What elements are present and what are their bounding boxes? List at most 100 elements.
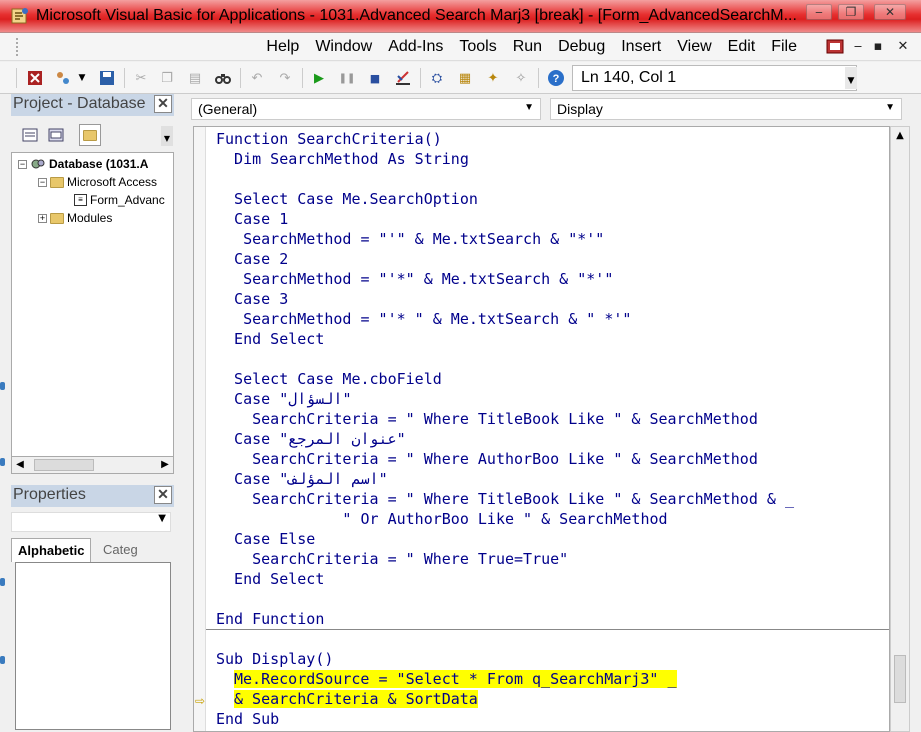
tree-node-access-objects[interactable]: − Microsoft Access — [38, 173, 157, 191]
code-line[interactable]: Dim SearchMethod As String — [216, 149, 469, 169]
copy-icon[interactable]: ❐ — [158, 69, 176, 87]
mdi-restore-button[interactable]: ▪ — [870, 39, 886, 54]
close-button[interactable]: ✕ — [874, 4, 906, 20]
current-statement-highlight: & SearchCriteria & SortData — [234, 690, 478, 708]
code-line[interactable]: SearchCriteria = " Where TitleBook Like … — [216, 409, 758, 429]
project-explorer-icon[interactable]: ⛭ — [428, 69, 446, 87]
menu-add-ins[interactable]: Add-Ins — [380, 38, 451, 56]
paste-icon[interactable]: ▤ — [186, 69, 204, 87]
code-vertical-scrollbar[interactable]: ▲ — [890, 126, 910, 732]
minimize-button[interactable]: ‒ — [806, 4, 832, 20]
properties-pane-close-button[interactable]: ✕ — [154, 486, 172, 504]
code-line[interactable]: End Select — [216, 329, 324, 349]
code-line[interactable]: SearchCriteria = " Where TitleBook Like … — [216, 489, 794, 509]
scroll-left-icon[interactable]: ◀ — [12, 457, 28, 473]
code-line[interactable]: Case Else — [216, 529, 315, 549]
toolbox-icon[interactable]: ✧ — [512, 69, 530, 87]
view-access-icon[interactable] — [26, 69, 44, 87]
tree-node-modules[interactable]: + Modules — [38, 209, 112, 227]
restore-button[interactable]: ❐ — [838, 4, 864, 20]
menu-debug[interactable]: Debug — [550, 38, 613, 56]
tree-node-form[interactable]: ≡ Form_Advanc — [74, 191, 165, 209]
run-icon[interactable]: ▶ — [310, 69, 328, 87]
scroll-up-icon[interactable]: ▲ — [891, 127, 909, 145]
menu-insert[interactable]: Insert — [613, 38, 669, 56]
code-line[interactable]: Select Case Me.cboField — [216, 369, 442, 389]
code-line[interactable]: SearchCriteria = " Where AuthorBoo Like … — [216, 449, 758, 469]
code-line[interactable]: Case 2 — [216, 249, 288, 269]
code-line[interactable]: Sub Display() — [216, 649, 333, 669]
procedure-combo[interactable]: Display ▼ — [550, 98, 902, 120]
code-line[interactable]: Case 3 — [216, 289, 288, 309]
redo-icon[interactable]: ↷ — [276, 69, 294, 87]
toggle-folders-icon[interactable] — [79, 124, 101, 146]
menu-view[interactable]: View — [669, 38, 719, 56]
code-line[interactable]: End Function — [216, 609, 324, 629]
tree-node-modules-label: Modules — [67, 211, 113, 225]
tab-alphabetic[interactable]: Alphabetic — [11, 538, 92, 562]
code-line[interactable]: End Select — [216, 569, 324, 589]
code-line[interactable]: Case "السؤال" — [216, 389, 351, 409]
view-code-icon[interactable] — [19, 124, 41, 146]
code-line[interactable]: Select Case Me.SearchOption — [216, 189, 478, 209]
code-line[interactable]: End Sub — [216, 709, 279, 729]
cut-icon[interactable]: ✂ — [132, 69, 150, 87]
scroll-thumb[interactable] — [894, 655, 906, 703]
collapse-icon[interactable]: − — [18, 159, 27, 169]
view-object-icon[interactable] — [45, 124, 67, 146]
toolbar-separator — [302, 68, 303, 88]
menu-run[interactable]: Run — [505, 38, 550, 56]
scroll-thumb[interactable] — [34, 459, 94, 471]
margin-indicator-bar[interactable] — [194, 127, 206, 731]
menu-edit[interactable]: Edit — [720, 38, 764, 56]
collapse-icon[interactable]: − — [38, 177, 47, 187]
code-line[interactable]: Function SearchCriteria() — [216, 129, 442, 149]
code-line[interactable]: SearchMethod = "'" & Me.txtSearch & "*'" — [216, 229, 604, 249]
mdi-close-button[interactable]: ✕ — [895, 39, 911, 54]
reset-icon[interactable]: ■ — [366, 69, 384, 87]
code-editor[interactable]: Function SearchCriteria() Dim SearchMeth… — [193, 126, 890, 732]
project-pane-close-button[interactable]: ✕ — [154, 95, 172, 113]
tab-categorized[interactable]: Categ — [97, 538, 144, 562]
properties-object-combo[interactable]: ▼ — [11, 512, 171, 532]
insert-module-icon[interactable] — [54, 69, 72, 87]
break-icon[interactable]: ❚❚ — [338, 69, 356, 87]
code-line[interactable]: SearchMethod = "'*" & Me.txtSearch & "*'… — [216, 269, 613, 289]
toolbar-grip[interactable] — [16, 68, 17, 88]
object-combo-value: (General) — [198, 101, 258, 117]
design-mode-icon[interactable] — [394, 69, 412, 87]
properties-grid[interactable] — [15, 562, 171, 730]
menu-help[interactable]: Help — [258, 38, 307, 56]
code-line[interactable]: SearchMethod = "'* " & Me.txtSearch & " … — [216, 309, 631, 329]
object-combo[interactable]: (General) ▼ — [191, 98, 541, 120]
insert-dropdown-icon[interactable]: ▼ — [76, 69, 88, 87]
find-icon[interactable] — [214, 69, 232, 87]
code-line[interactable]: " Or AuthorBoo Like " & SearchMethod — [216, 509, 667, 529]
expand-icon[interactable]: + — [38, 213, 47, 223]
menu-window[interactable]: Window — [307, 38, 380, 56]
code-line-highlighted[interactable]: Me.RecordSource = "Select * From q_Searc… — [234, 669, 677, 689]
code-line-highlighted[interactable]: & SearchCriteria & SortData — [234, 689, 478, 709]
undo-icon[interactable]: ↶ — [248, 69, 266, 87]
menu-tools[interactable]: Tools — [451, 38, 504, 56]
menu-file[interactable]: File — [763, 38, 805, 56]
save-icon[interactable] — [98, 69, 116, 87]
access-view-icon[interactable] — [826, 38, 846, 56]
properties-window-icon[interactable]: ▦ — [456, 69, 474, 87]
mdi-minimize-button[interactable]: ‒ — [850, 39, 866, 54]
scroll-right-icon[interactable]: ▶ — [157, 457, 173, 473]
code-line[interactable]: Case 1 — [216, 209, 288, 229]
tree-node-database[interactable]: − Database (1031.A — [18, 155, 148, 173]
vba-app-icon — [11, 8, 28, 24]
menubar-grip[interactable] — [16, 38, 20, 56]
properties-tabs: Alphabetic Categ — [11, 538, 174, 562]
current-statement-highlight: Me.RecordSource = "Select * From q_Searc… — [234, 670, 677, 688]
code-line[interactable]: SearchCriteria = " Where True=True" — [216, 549, 568, 569]
code-line[interactable]: Case "اسم المؤلف" — [216, 469, 388, 489]
code-line[interactable]: Case "عنوان المرجع" — [216, 429, 406, 449]
project-toolbar-more-icon[interactable]: ▼ — [161, 126, 173, 146]
help-icon[interactable]: ? — [547, 69, 565, 87]
toolbar-options-icon[interactable]: ▼ — [845, 67, 857, 89]
object-browser-icon[interactable]: ✦ — [484, 69, 502, 87]
project-horizontal-scrollbar[interactable]: ◀ ▶ — [11, 456, 174, 474]
